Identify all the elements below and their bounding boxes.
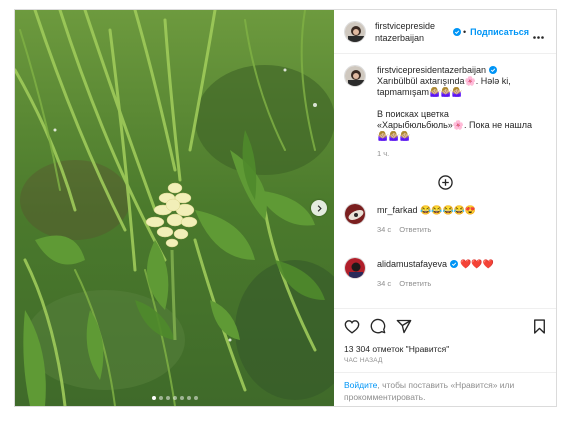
comment-time: 34 с [377, 225, 392, 234]
carousel-dot [186, 396, 191, 400]
flower-photo [15, 10, 334, 406]
action-bar: 13 304 отметок "Нравится" ЧАС НАЗАД [334, 308, 556, 372]
share-icon [396, 319, 412, 333]
commenter-avatar[interactable] [344, 203, 366, 225]
login-prompt-text: прокомментировать. [344, 392, 426, 402]
comment-item: mr_farkad 😂😂😂😂😍 34 с Ответить [344, 203, 546, 235]
caption-time[interactable]: 1 ч. [377, 148, 532, 159]
comment-button[interactable] [370, 318, 386, 334]
load-more-comments[interactable] [344, 175, 546, 190]
separator-dot: • [463, 26, 467, 37]
verified-icon [453, 27, 461, 36]
caption-username[interactable]: firstvicepresidentazerbaijan [377, 65, 486, 75]
like-button[interactable] [344, 319, 360, 334]
caption-text: tapmamışam🤷🏼‍♀️🤷🏼‍♀️🤷🏼‍♀️ [377, 87, 463, 97]
login-prompt: Войдите, чтобы поставить «Нравится» или … [334, 372, 556, 406]
post-photo[interactable] [15, 10, 334, 406]
carousel-dot [172, 396, 177, 400]
comments-area: firstvicepresidentazerbaijan Xarıbülbül … [334, 54, 556, 308]
more-icon [533, 36, 544, 39]
carousel-dot [193, 396, 198, 400]
chevron-right-icon [317, 204, 322, 212]
caption-text: Xarıbülbül axtarışında🌸. Hələ ki, [377, 76, 511, 86]
bookmark-icon [534, 318, 545, 334]
caption-text: «Харыбюльбюль»🌸. Пока не нашла [377, 120, 533, 130]
login-link[interactable]: Войдите [344, 380, 377, 390]
verified-icon [449, 260, 458, 268]
comment-username[interactable]: alidamustafayeva [377, 259, 447, 269]
comment-time: 34 с [377, 279, 392, 288]
carousel-dot [165, 396, 170, 400]
carousel-next-button[interactable] [311, 200, 327, 216]
heart-icon [344, 319, 360, 334]
author-avatar[interactable] [344, 65, 366, 87]
commenter-avatar[interactable] [344, 257, 366, 279]
carousel-dot [151, 396, 156, 400]
save-button[interactable] [533, 318, 546, 334]
post-card: firstvicepreside ntazerbaijan • Подписат… [14, 9, 557, 407]
reply-button[interactable]: Ответить [399, 225, 431, 234]
likes-count[interactable]: 13 304 отметок "Нравится" [344, 344, 546, 354]
plus-circle-icon [437, 175, 453, 190]
comment-text: ❤️❤️❤️ [460, 259, 494, 269]
caption: firstvicepresidentazerbaijan Xarıbülbül … [344, 65, 546, 159]
post-timestamp[interactable]: ЧАС НАЗАД [344, 357, 546, 364]
caption-text: 🤷🏼‍♀️🤷🏼‍♀️🤷🏼‍♀️ [377, 131, 411, 141]
author-username[interactable]: firstvicepreside ntazerbaijan [375, 20, 455, 44]
reply-button[interactable]: Ответить [399, 279, 431, 288]
post-header: firstvicepreside ntazerbaijan • Подписат… [334, 10, 556, 54]
carousel-dot [179, 396, 184, 400]
comment-icon [370, 318, 386, 334]
login-prompt-text: , чтобы поставить «Нравится» или [377, 380, 515, 390]
follow-button[interactable]: Подписаться [470, 27, 529, 37]
comment-text: 😂😂😂😂😍 [420, 205, 477, 215]
comment-username[interactable]: mr_farkad [377, 205, 418, 215]
post-side-panel: firstvicepreside ntazerbaijan • Подписат… [334, 10, 556, 406]
comment-item: alidamustafayeva ❤️❤️❤️ 34 с Ответить [344, 257, 546, 289]
verified-icon [488, 66, 497, 74]
share-button[interactable] [396, 319, 412, 334]
more-options-button[interactable] [533, 31, 544, 41]
carousel-dot [158, 396, 163, 400]
author-avatar[interactable] [344, 20, 366, 43]
carousel-indicator [15, 396, 334, 400]
caption-text: В поисках цветка [377, 109, 449, 119]
